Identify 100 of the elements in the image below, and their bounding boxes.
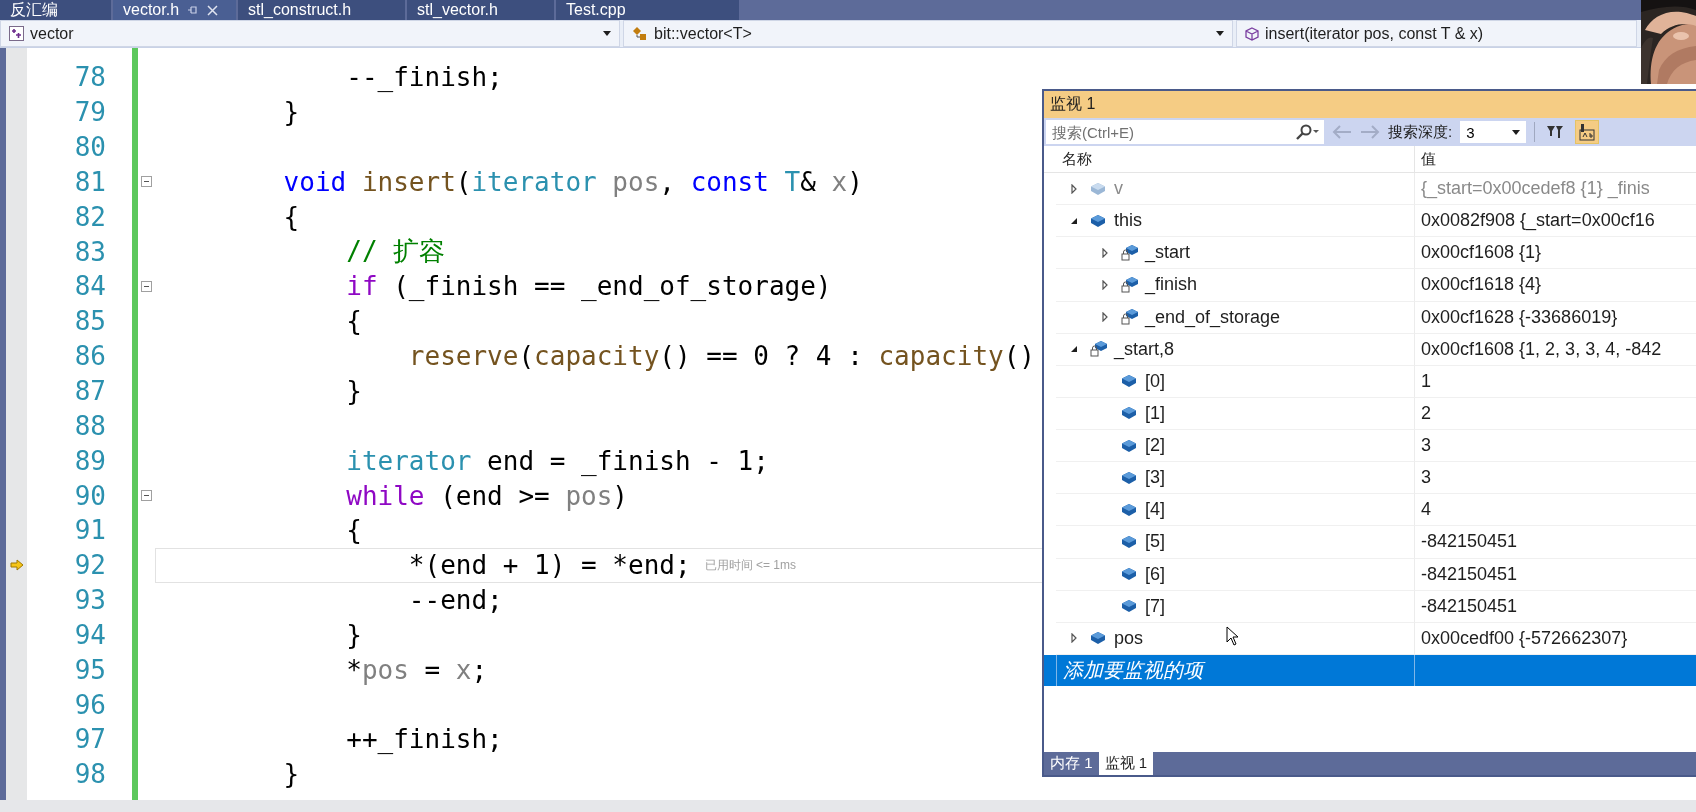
collapse-icon[interactable] (141, 490, 152, 502)
document-tab[interactable]: 反汇编 (0, 0, 111, 20)
document-tab[interactable]: stl_vector.h (407, 0, 554, 20)
variable-name: [7] (1145, 595, 1165, 617)
caret-icon (603, 31, 611, 36)
variable-value: 1 (1415, 365, 1696, 398)
add-watch-row[interactable]: 添加要监视的项 (1044, 654, 1696, 686)
variable-value: 4 (1415, 494, 1696, 527)
class-icon (632, 26, 648, 41)
document-tab[interactable]: Test.cpp (556, 0, 739, 20)
line-number: 80 (74, 132, 106, 163)
line-number: 91 (74, 515, 106, 546)
cube-icon (1121, 599, 1137, 614)
line-number: 94 (74, 619, 106, 650)
variable-value: 0x0082f908 {_start=0x00cf16 (1415, 205, 1696, 238)
document-tab[interactable]: stl_construct.h (238, 0, 405, 20)
variable-name: this (1114, 210, 1142, 232)
panel-tab[interactable]: 监视 1 (1098, 752, 1154, 775)
line-number: 84 (74, 271, 106, 302)
locked-cube-icon (1090, 340, 1108, 359)
cube-icon (1121, 438, 1137, 453)
column-header[interactable]: 值 (1415, 146, 1696, 172)
variable-value: -842150451 (1415, 590, 1696, 623)
line-number: 85 (74, 306, 106, 337)
code-line: iterator end = _finish - 1; (345, 445, 769, 476)
variable-name: [4] (1145, 499, 1165, 521)
line-number: 83 (74, 236, 106, 267)
search-field[interactable]: 搜索(Ctrl+E) (1046, 120, 1290, 144)
locked-cube-icon (1121, 308, 1139, 327)
line-number: 90 (74, 480, 106, 511)
variable-name: pos (1114, 627, 1144, 649)
variable-value: 0x00cf1628 {-33686019} (1415, 301, 1696, 334)
elapsed-time-hint: 已用时间 <= 1ms (704, 556, 796, 574)
panel-tab[interactable]: 内存 1 (1044, 752, 1099, 775)
close-icon[interactable] (207, 4, 219, 16)
member-label: insert(iterator pos, const T & x) (1265, 24, 1485, 43)
cube-icon (1090, 213, 1106, 228)
expanded-arrow-icon[interactable] (1069, 344, 1079, 355)
variable-name: _start,8 (1114, 338, 1175, 360)
mouse-cursor-icon (1226, 626, 1240, 646)
variable-name: v (1114, 178, 1123, 200)
code-line: } (282, 759, 300, 790)
line-number: 97 (74, 724, 106, 755)
code-line: ++_finish; (345, 724, 503, 755)
code-line: { (345, 306, 362, 337)
depth-dropdown[interactable]: 3 (1460, 121, 1527, 143)
locked-cube-icon (1121, 243, 1139, 262)
line-number: 79 (74, 97, 106, 128)
variable-value: {_start=0x00cedef8 {1} _finis (1415, 173, 1696, 206)
column-header[interactable]: 名称 (1044, 146, 1415, 172)
collapsed-arrow-icon[interactable] (1100, 312, 1110, 323)
type-label: bit::vector<T> (654, 24, 753, 43)
variable-name: _start (1145, 242, 1191, 264)
scope-dropdown[interactable]: vector (0, 20, 620, 47)
code-line: while (end >= pos) (345, 480, 628, 511)
code-line: *(end + 1) = *end; (407, 550, 691, 581)
cube-icon (1090, 181, 1106, 196)
cube-icon (1121, 406, 1137, 421)
variable-value: 3 (1415, 430, 1696, 463)
collapsed-arrow-icon[interactable] (1069, 633, 1079, 644)
search-button[interactable] (1290, 120, 1324, 144)
line-number: 89 (74, 445, 106, 476)
line-number: 95 (74, 654, 106, 685)
variable-value: -842150451 (1415, 558, 1696, 591)
document-tab[interactable]: vector.h (113, 0, 236, 20)
pin-icon[interactable] (187, 4, 200, 16)
locked-cube-icon (1121, 275, 1139, 294)
line-number: 78 (74, 62, 106, 93)
code-line: // 扩容 (345, 235, 446, 269)
code-line: } (345, 376, 362, 406)
collapse-icon[interactable] (141, 281, 152, 292)
cube-icon (1245, 26, 1259, 41)
code-line: reserve(capacity() == 0 ? 4 : capacity() (407, 341, 1035, 372)
variable-name: [6] (1145, 563, 1165, 585)
hex-toggle-button[interactable] (1575, 120, 1600, 144)
variable-name: [1] (1145, 402, 1165, 424)
line-number: 93 (74, 585, 106, 616)
variable-value: 0x00cf1618 {4} (1415, 269, 1696, 302)
variable-name: [0] (1145, 370, 1165, 392)
collapsed-arrow-icon[interactable] (1100, 279, 1110, 290)
caret-icon (1512, 129, 1521, 135)
variable-name: [5] (1145, 531, 1165, 553)
member-dropdown[interactable]: insert(iterator pos, const T & x) (1236, 20, 1637, 47)
line-number: 86 (74, 341, 106, 372)
line-number: 82 (74, 201, 106, 232)
variable-value: 3 (1415, 462, 1696, 495)
cube-icon (1121, 534, 1137, 549)
code-line: { (345, 515, 362, 546)
code-line: } (282, 97, 300, 128)
variable-name: [2] (1145, 435, 1165, 457)
code-line: } (345, 619, 362, 650)
collapse-icon[interactable] (141, 176, 152, 188)
variable-value: 0x00cf1608 {1, 2, 3, 3, 4, -842 (1415, 333, 1696, 366)
type-dropdown[interactable]: bit::vector<T> (623, 20, 1233, 47)
collapsed-arrow-icon[interactable] (1100, 247, 1110, 258)
variable-value: 2 (1415, 397, 1696, 430)
line-number: 87 (74, 376, 106, 406)
code-line: *pos = x; (345, 654, 488, 685)
variable-name: _end_of_storage (1145, 306, 1281, 328)
cube-icon (1090, 631, 1106, 646)
